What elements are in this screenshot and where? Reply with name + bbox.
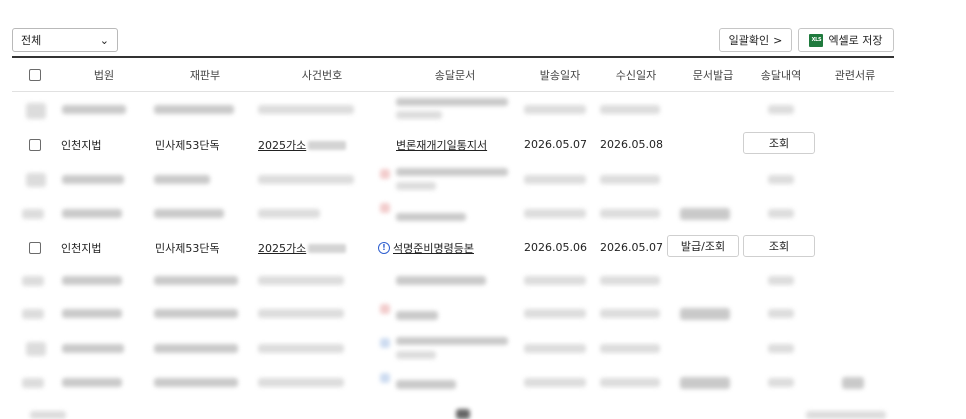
court-cell: 인천지법 <box>61 138 102 152</box>
table-row: 인천지법 민사제53단독 2025가소 ! 석명준비명령등본 2026.05.0… <box>12 231 894 264</box>
table-row <box>12 297 894 330</box>
header-case-number[interactable]: 사건번호 <box>260 58 384 92</box>
blurred-row-content <box>12 197 894 231</box>
division-cell: 민사제53단독 <box>155 241 220 255</box>
select-all-cell <box>12 58 58 92</box>
blurred-row-content <box>12 297 894 330</box>
masked-case-number <box>308 244 347 253</box>
select-all-checkbox[interactable] <box>29 69 41 81</box>
excel-export-button[interactable]: XLS 엑셀로 저장 <box>798 28 894 52</box>
row-checkbox-cell <box>29 128 41 161</box>
header-sent-date[interactable]: 발송일자 <box>522 58 598 92</box>
row-checkbox[interactable] <box>29 241 41 254</box>
chevron-right-icon: > <box>773 33 783 47</box>
sent-date-cell: 2026.05.06 <box>524 241 587 254</box>
table-row <box>12 197 894 231</box>
table-row <box>12 366 894 400</box>
court-cell: 인천지법 <box>61 241 102 255</box>
document-link[interactable]: 석명준비명령등본 <box>393 240 474 256</box>
row-checkbox[interactable] <box>29 138 41 151</box>
issue-view-button[interactable]: 발급/조회 <box>667 235 739 257</box>
blurred-row-content <box>12 93 894 128</box>
masked-case-number <box>308 141 347 150</box>
case-number-prefix: 2025가소 <box>258 138 307 152</box>
received-date-cell: 2026.05.08 <box>600 138 663 151</box>
case-number-cell[interactable]: 2025가소 <box>258 231 347 264</box>
notice-icon: ! <box>378 241 390 254</box>
table-row: 인천지법 민사제53단독 2025가소 변론재개기일통지서 2026.05.07… <box>12 128 894 161</box>
blurred-row-content <box>12 366 894 400</box>
sent-date-cell: 2026.05.07 <box>524 138 587 151</box>
case-number-prefix: 2025가소 <box>258 241 307 255</box>
excel-icon: XLS <box>809 33 824 47</box>
header-history: 송달내역 <box>760 69 802 82</box>
blurred-row-content <box>12 265 894 297</box>
pagination <box>0 409 966 419</box>
filter-select-value: 전체 <box>21 34 42 47</box>
bulk-confirm-button[interactable]: 일괄확인 > <box>719 28 792 52</box>
document-cell[interactable]: ! 석명준비명령등본 <box>378 231 474 264</box>
document-link[interactable]: 변론재개기일통지서 <box>396 137 487 153</box>
table-row <box>12 161 894 197</box>
chevron-down-icon: ⌄ <box>99 33 109 47</box>
excel-export-label: 엑셀로 저장 <box>828 34 883 47</box>
header-received-date[interactable]: 수신일자 <box>598 58 674 92</box>
header-related-docs: 관련서류 <box>834 69 876 82</box>
bulk-confirm-label: 일괄확인 <box>728 34 770 47</box>
received-date-cell: 2026.05.07 <box>600 241 663 254</box>
view-history-button[interactable]: 조회 <box>743 235 815 257</box>
case-number-cell[interactable]: 2025가소 <box>258 128 347 161</box>
table-row <box>12 93 894 128</box>
blurred-row-content <box>12 161 894 197</box>
header-court[interactable]: 법원 <box>58 58 150 92</box>
table-header: 법원 재판부 사건번호 송달문서 발송일자 수신일자 문서발급 송달내역 관련서… <box>12 58 894 92</box>
header-division[interactable]: 재판부 <box>150 58 260 92</box>
table-row <box>12 330 894 366</box>
case-number-link[interactable]: 2025가소 <box>258 240 347 256</box>
table-row <box>12 265 894 297</box>
division-cell: 민사제53단독 <box>155 138 220 152</box>
blurred-row-content <box>12 330 894 366</box>
header-document[interactable]: 송달문서 <box>384 58 526 92</box>
view-history-button[interactable]: 조회 <box>743 132 815 154</box>
filter-select[interactable]: 전체 ⌄ <box>12 28 118 52</box>
document-cell[interactable]: 변론재개기일통지서 <box>396 128 487 161</box>
case-number-link[interactable]: 2025가소 <box>258 137 347 153</box>
row-checkbox-cell <box>29 231 41 264</box>
header-issue: 문서발급 <box>692 69 734 82</box>
